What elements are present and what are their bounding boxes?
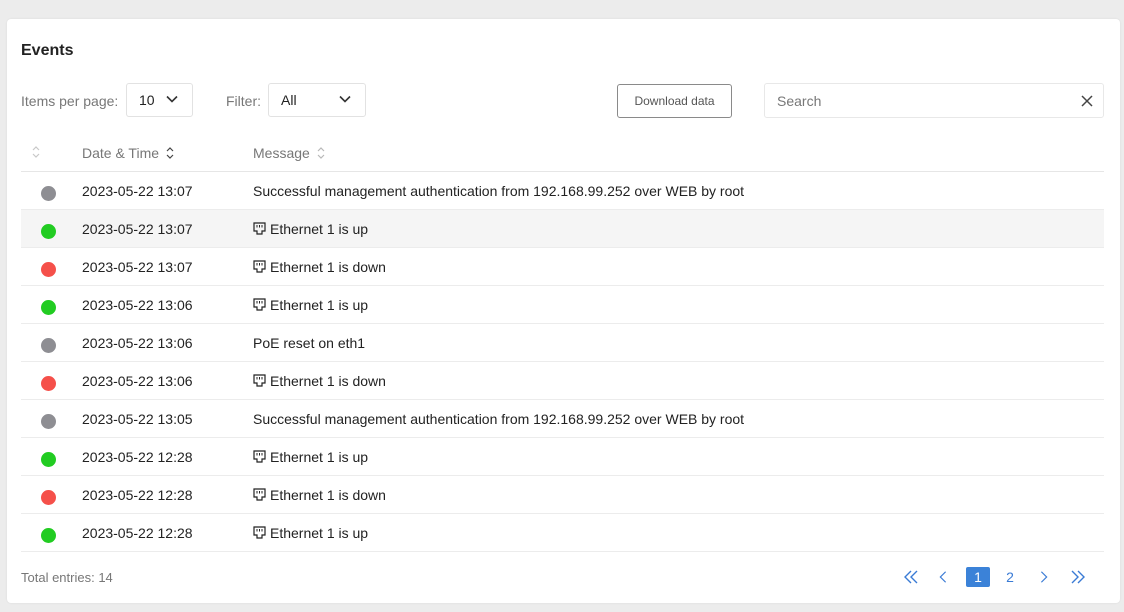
- event-message: Ethernet 1 is up: [270, 221, 369, 237]
- search-input[interactable]: [765, 84, 1065, 117]
- status-info-indicator: [41, 186, 56, 201]
- event-date: 2023-05-22 13:06: [82, 297, 193, 313]
- ethernet-port-icon: [253, 222, 266, 235]
- event-date: 2023-05-22 13:07: [82, 259, 193, 275]
- event-message: Successful management authentication fro…: [253, 411, 745, 427]
- last-page-button[interactable]: [1069, 567, 1087, 587]
- table-row[interactable]: 2023-05-22 13:06 Ethernet 1 is up: [21, 286, 1104, 324]
- previous-page-button[interactable]: [936, 567, 950, 587]
- ethernet-port-icon: [253, 526, 266, 539]
- page-2-button[interactable]: 2: [1002, 567, 1018, 587]
- double-chevron-left-icon: [904, 570, 918, 584]
- table-row[interactable]: 2023-05-22 13:06 Ethernet 1 is down: [21, 362, 1104, 400]
- items-per-page-select[interactable]: 10: [126, 83, 193, 117]
- event-date: 2023-05-22 12:28: [82, 525, 193, 541]
- event-message-cell: Successful management authentication fro…: [253, 411, 744, 427]
- event-message-cell: Ethernet 1 is up: [253, 525, 368, 541]
- event-message: Ethernet 1 is down: [270, 259, 386, 275]
- double-chevron-right-icon: [1071, 570, 1085, 584]
- table-row[interactable]: 2023-05-22 13:07 Successful management au…: [21, 172, 1104, 210]
- items-per-page-value: 10: [139, 92, 155, 108]
- event-message-cell: Ethernet 1 is down: [253, 373, 386, 389]
- filter-label: Filter:: [226, 93, 261, 109]
- event-message-cell: Ethernet 1 is up: [253, 297, 368, 313]
- event-message-cell: Ethernet 1 is down: [253, 487, 386, 503]
- filter-value: All: [281, 92, 297, 108]
- date-column-header[interactable]: Date & Time: [82, 145, 175, 161]
- event-date: 2023-05-22 13:06: [82, 373, 193, 389]
- chevron-down-icon: [339, 95, 351, 103]
- table-row[interactable]: 2023-05-22 12:28 Ethernet 1 is down: [21, 476, 1104, 514]
- status-up-indicator: [41, 300, 56, 315]
- message-column-label: Message: [253, 145, 310, 161]
- sort-icon: [317, 147, 325, 159]
- table-row[interactable]: 2023-05-22 13:06 PoE reset on eth1: [21, 324, 1104, 362]
- event-date: 2023-05-22 13:07: [82, 183, 193, 199]
- event-message: Ethernet 1 is down: [270, 373, 386, 389]
- items-per-page-label: Items per page:: [21, 93, 119, 109]
- ethernet-port-icon: [253, 260, 266, 273]
- event-date: 2023-05-22 13:05: [82, 411, 193, 427]
- status-column-header[interactable]: [31, 145, 41, 159]
- total-entries: Total entries: 14: [21, 570, 113, 585]
- table-row[interactable]: 2023-05-22 12:28 Ethernet 1 is up: [21, 438, 1104, 476]
- event-message: Ethernet 1 is down: [270, 487, 386, 503]
- table-row[interactable]: 2023-05-22 12:28 Ethernet 1 is up: [21, 514, 1104, 552]
- chevron-left-icon: [939, 571, 947, 583]
- ethernet-port-icon: [253, 298, 266, 311]
- status-down-indicator: [41, 262, 56, 277]
- ethernet-port-icon: [253, 488, 266, 501]
- event-date: 2023-05-22 12:28: [82, 487, 193, 503]
- event-message: Successful management authentication fro…: [253, 183, 745, 199]
- download-data-button[interactable]: Download data: [617, 84, 732, 118]
- date-column-label: Date & Time: [82, 145, 160, 161]
- event-date: 2023-05-22 13:06: [82, 335, 193, 351]
- status-down-indicator: [41, 376, 56, 391]
- chevron-right-icon: [1040, 571, 1048, 583]
- first-page-button[interactable]: [902, 567, 920, 587]
- event-date: 2023-05-22 13:07: [82, 221, 193, 237]
- event-message-cell: Successful management authentication fro…: [253, 183, 744, 199]
- ethernet-port-icon: [253, 450, 266, 463]
- event-message-cell: PoE reset on eth1: [253, 335, 365, 351]
- event-message-cell: Ethernet 1 is up: [253, 221, 368, 237]
- events-panel: Events Items per page: 10 Filter: All Do…: [7, 19, 1120, 603]
- table-header: Date & Time Message: [21, 134, 1104, 172]
- event-message: PoE reset on eth1: [253, 335, 366, 351]
- status-up-indicator: [41, 452, 56, 467]
- status-info-indicator: [41, 338, 56, 353]
- sort-icon: [166, 147, 174, 159]
- table-row[interactable]: 2023-05-22 13:07 Ethernet 1 is down: [21, 248, 1104, 286]
- page-1-button[interactable]: 1: [966, 567, 990, 587]
- status-up-indicator: [41, 224, 56, 239]
- event-message-cell: Ethernet 1 is up: [253, 449, 368, 465]
- event-message: Ethernet 1 is up: [270, 525, 369, 541]
- clear-search-icon[interactable]: [1081, 95, 1093, 107]
- event-message: Ethernet 1 is up: [270, 449, 369, 465]
- table-row[interactable]: 2023-05-22 13:05 Successful management au…: [21, 400, 1104, 438]
- status-info-indicator: [41, 414, 56, 429]
- status-up-indicator: [41, 528, 56, 543]
- filter-select[interactable]: All: [268, 83, 366, 117]
- chevron-down-icon: [166, 95, 178, 103]
- event-date: 2023-05-22 12:28: [82, 449, 193, 465]
- ethernet-port-icon: [253, 374, 266, 387]
- table-row[interactable]: 2023-05-22 13:07 Ethernet 1 is up: [21, 210, 1104, 248]
- event-message-cell: Ethernet 1 is down: [253, 259, 386, 275]
- panel-title: Events: [21, 42, 74, 59]
- message-column-header[interactable]: Message: [253, 145, 326, 161]
- next-page-button[interactable]: [1037, 567, 1051, 587]
- search-box: [764, 83, 1104, 118]
- event-message: Ethernet 1 is up: [270, 297, 369, 313]
- status-down-indicator: [41, 490, 56, 505]
- sort-icon: [32, 146, 40, 158]
